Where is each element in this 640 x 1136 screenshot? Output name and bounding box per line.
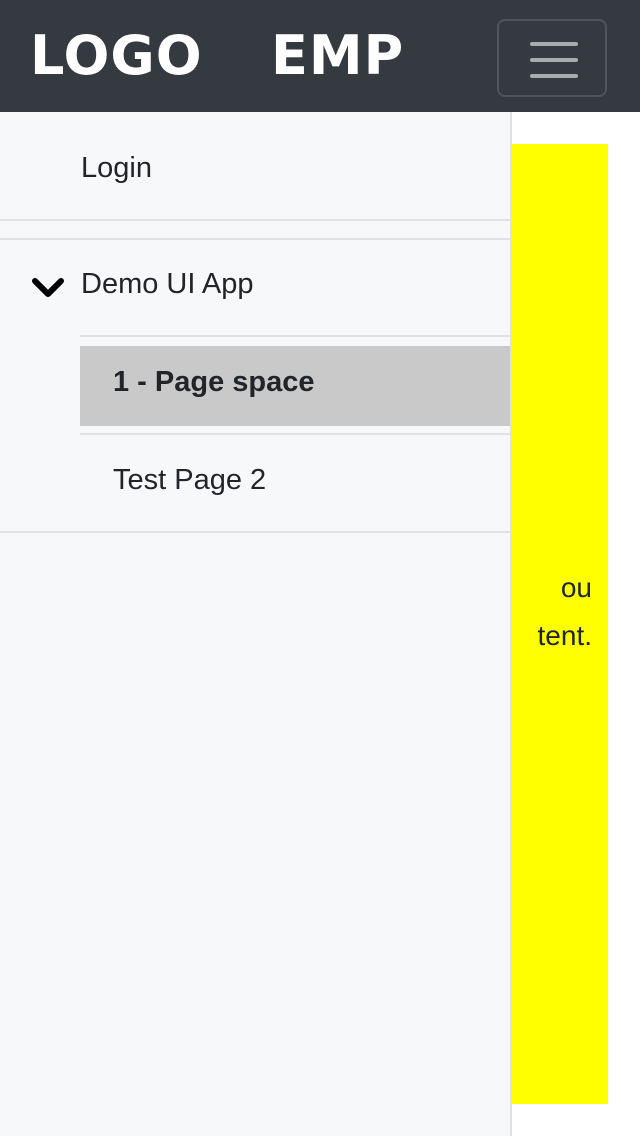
sidebar-menu: Login Demo UI App 1 - Page space Test Pa…	[0, 112, 512, 1136]
divider	[0, 219, 510, 221]
sidebar-group-demo-ui-app[interactable]: Demo UI App	[81, 268, 253, 301]
content-text-line-2: tent.	[537, 620, 592, 651]
main-content-panel: ou tent.	[512, 144, 608, 1104]
content-text: ou tent.	[512, 564, 592, 660]
divider	[0, 238, 510, 240]
divider	[0, 531, 510, 533]
sidebar-item-test-page-2[interactable]: Test Page 2	[113, 464, 266, 497]
brand-title[interactable]: EMP	[271, 24, 404, 88]
sidebar-item-page-space-label[interactable]: 1 - Page space	[113, 366, 315, 399]
logo[interactable]: LOGO	[30, 24, 203, 88]
top-navbar: LOGO EMP	[0, 0, 640, 112]
divider	[80, 335, 510, 337]
sidebar-item-login[interactable]: Login	[81, 152, 152, 185]
divider	[80, 433, 510, 435]
chevron-down-icon[interactable]	[32, 277, 64, 299]
content-text-line-1: ou	[560, 572, 592, 603]
menu-toggle-button[interactable]	[497, 19, 607, 97]
